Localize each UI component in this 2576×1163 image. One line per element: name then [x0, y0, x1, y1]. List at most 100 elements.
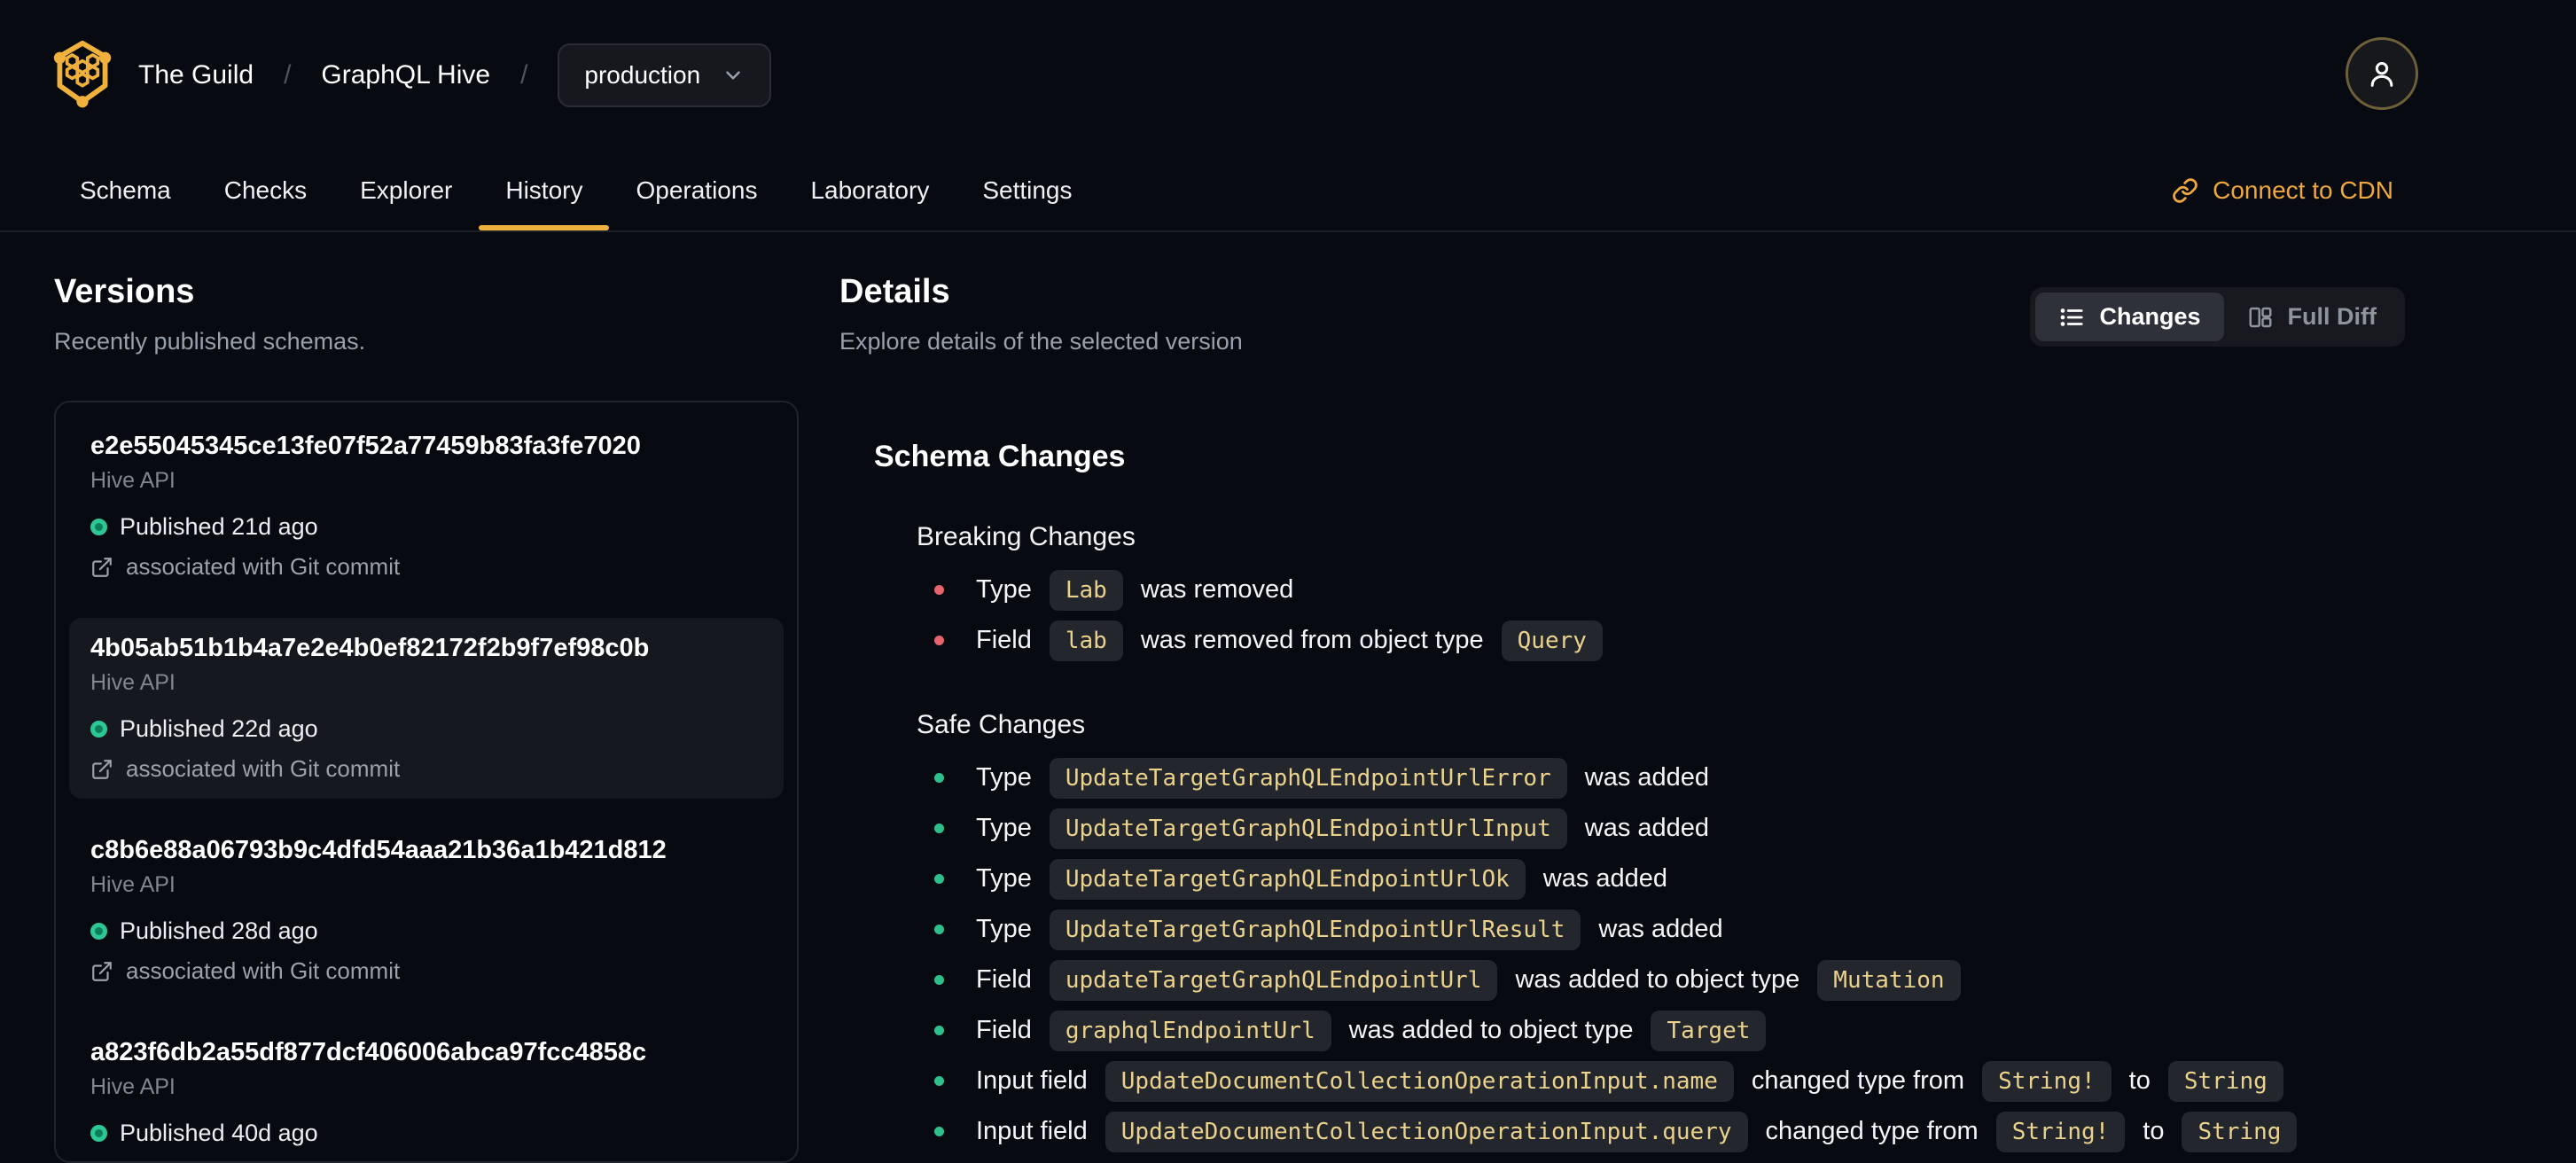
external-link-icon: [90, 960, 113, 983]
tab-label: Explorer: [360, 176, 452, 205]
published-dot-icon: [90, 721, 107, 738]
version-item[interactable]: a823f6db2a55df877dcf406006abca97fcc4858c…: [69, 1022, 784, 1163]
change-text: Type: [976, 864, 1032, 894]
view-toggle-label: Full Diff: [2288, 303, 2377, 331]
change-text: was added: [1598, 915, 1722, 944]
tab-label: Checks: [224, 176, 307, 205]
code-chip: graphqlEndpointUrl: [1050, 1011, 1331, 1051]
version-item[interactable]: 4b05ab51b1b4a7e2e4b0ef82172f2b9f7ef98c0b…: [69, 618, 784, 799]
connect-to-cdn-link[interactable]: Connect to CDN: [2172, 151, 2393, 230]
change-group-heading: Breaking Changes: [917, 522, 2306, 552]
published-dot-icon: [90, 1125, 107, 1142]
view-toggle: Changes Full Diff: [2030, 287, 2405, 347]
git-commit-link[interactable]: associated with Git commit: [90, 553, 762, 581]
change-text: Field: [976, 965, 1032, 995]
tab-checks[interactable]: Checks: [198, 151, 333, 230]
tab-schema[interactable]: Schema: [53, 151, 198, 230]
commit-hash: e2e55045345ce13fe07f52a77459b83fa3fe7020: [90, 432, 762, 461]
target-selector[interactable]: production: [558, 43, 771, 107]
view-toggle-changes[interactable]: Changes: [2035, 293, 2223, 341]
change-row: Field graphqlEndpointUrl was added to obje…: [917, 1005, 2306, 1056]
view-toggle-full-diff[interactable]: Full Diff: [2224, 293, 2400, 341]
git-commit-text: associated with Git commit: [126, 553, 400, 581]
service-name: Hive API: [90, 670, 762, 696]
tab-label: Schema: [80, 176, 171, 205]
breadcrumb: The Guild / GraphQL Hive / production: [138, 43, 771, 107]
connect-to-cdn-label: Connect to CDN: [2213, 176, 2393, 205]
service-name: Hive API: [90, 468, 762, 494]
published-text: Published 22d ago: [120, 715, 318, 743]
code-chip: Target: [1651, 1011, 1766, 1051]
git-commit-link[interactable]: associated with Git commit: [90, 1159, 762, 1163]
tab-operations[interactable]: Operations: [609, 151, 784, 230]
published-text: Published 40d ago: [120, 1120, 318, 1147]
code-chip: UpdateDocumentCollectionOperationInput.n…: [1105, 1061, 1734, 1102]
published-dot-icon: [90, 923, 107, 940]
change-row: Input fieldUpdateDocumentCollectionOpera…: [917, 1106, 2306, 1157]
commit-hash: 4b05ab51b1b4a7e2e4b0ef82172f2b9f7ef98c0b: [90, 634, 762, 663]
change-text: Type: [976, 915, 1032, 944]
list-icon: [2058, 304, 2085, 331]
target-selector-value: production: [584, 61, 700, 90]
published-status: Published 40d ago: [90, 1120, 762, 1147]
user-icon: [2364, 56, 2400, 91]
tab-explorer[interactable]: Explorer: [333, 151, 479, 230]
change-text: was added: [1585, 763, 1709, 792]
code-chip: UpdateTargetGraphQLEndpointUrlOk: [1050, 859, 1526, 900]
git-commit-text: associated with Git commit: [126, 755, 400, 783]
bullet-icon: [934, 1026, 944, 1035]
view-toggle-label: Changes: [2099, 303, 2200, 331]
code-chip: UpdateDocumentCollectionOperationInput.q…: [1105, 1112, 1748, 1152]
tab-laboratory[interactable]: Laboratory: [784, 151, 956, 230]
version-item[interactable]: e2e55045345ce13fe07f52a77459b83fa3fe7020…: [69, 416, 784, 597]
code-chip: lab: [1050, 621, 1123, 661]
code-chip: String!: [1982, 1061, 2112, 1102]
change-text: was added to object type: [1349, 1016, 1634, 1045]
commit-hash: c8b6e88a06793b9c4dfd54aaa21b36a1b421d812: [90, 836, 762, 865]
breadcrumb-org[interactable]: The Guild: [138, 60, 254, 90]
commit-hash: a823f6db2a55df877dcf406006abca97fcc4858c: [90, 1038, 762, 1067]
user-menu-button[interactable]: [2346, 37, 2418, 110]
service-name: Hive API: [90, 872, 762, 898]
main-nav: Schema Checks Explorer History OperationsLab…: [0, 151, 2576, 232]
change-row: Input fieldUpdateDocumentCollectionOpera…: [917, 1056, 2306, 1106]
code-chip: updateTargetGraphQLEndpointUrl: [1050, 960, 1498, 1001]
details-title: Details: [839, 273, 950, 311]
bullet-icon: [934, 773, 944, 783]
bullet-icon: [934, 874, 944, 884]
bullet-icon: [934, 585, 944, 595]
tab-history[interactable]: History: [479, 151, 609, 230]
nav-tabs: Schema Checks Explorer History OperationsLab…: [53, 151, 1099, 230]
change-text: was added: [1543, 864, 1667, 894]
change-text: Type: [976, 575, 1032, 605]
code-chip: UpdateTargetGraphQLEndpointUrlInput: [1050, 808, 1567, 849]
chevron-down-icon: [722, 64, 745, 87]
change-text: Field: [976, 1016, 1032, 1045]
tab-label: Settings: [982, 176, 1072, 205]
git-commit-link[interactable]: associated with Git commit: [90, 957, 762, 985]
published-dot-icon: [90, 519, 107, 535]
external-link-icon: [90, 556, 113, 579]
breadcrumb-project[interactable]: GraphQL Hive: [321, 60, 490, 90]
version-item[interactable]: c8b6e88a06793b9c4dfd54aaa21b36a1b421d812…: [69, 820, 784, 1001]
git-commit-link[interactable]: associated with Git commit: [90, 755, 762, 783]
change-text: changed type from: [1766, 1117, 1979, 1146]
bullet-icon: [934, 975, 944, 985]
code-chip: Mutation: [1817, 960, 1960, 1001]
code-chip: UpdateTargetGraphQLEndpointUrlError: [1050, 758, 1567, 799]
published-status: Published 21d ago: [90, 513, 762, 541]
header: The Guild / GraphQL Hive / production: [0, 0, 2576, 151]
code-chip: String: [2182, 1112, 2297, 1152]
external-link-icon: [90, 758, 113, 781]
tab-settings[interactable]: Settings: [956, 151, 1098, 230]
change-text: Type: [976, 763, 1032, 792]
hive-logo-icon[interactable]: [53, 38, 112, 113]
tab-label: History: [505, 176, 582, 205]
code-chip: Lab: [1050, 570, 1123, 611]
change-row: FieldupdateTargetGraphQLEndpointUrlwas a…: [917, 955, 2306, 1005]
published-text: Published 21d ago: [120, 513, 318, 541]
breadcrumb-separator: /: [284, 60, 291, 90]
change-text: was removed from object type: [1141, 626, 1484, 655]
change-row: Type UpdateTargetGraphQLEndpointUrlError w…: [917, 753, 2306, 803]
bullet-icon: [934, 636, 944, 645]
